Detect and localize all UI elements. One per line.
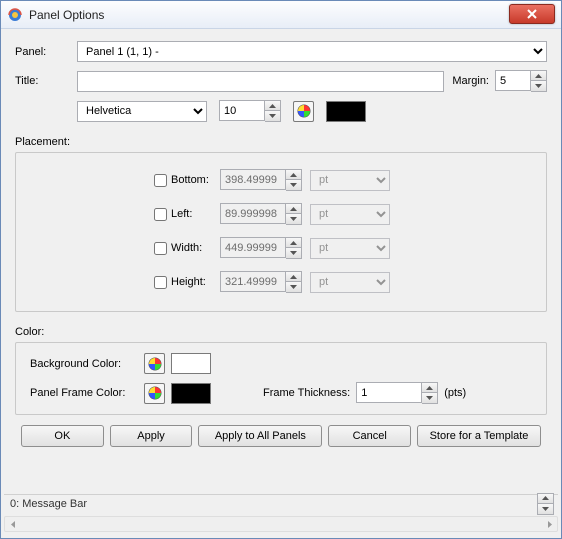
placement-check-label: Height:: [171, 276, 206, 288]
apply-button[interactable]: Apply: [110, 425, 193, 447]
placement-check-label: Left:: [171, 208, 192, 220]
content-area: Panel: Panel 1 (1, 1) - Title: Margin: H…: [15, 41, 547, 524]
margin-spinner[interactable]: [495, 70, 547, 92]
placement-down[interactable]: [286, 248, 301, 258]
placement-value[interactable]: [220, 237, 286, 258]
window-title: Panel Options: [29, 8, 104, 22]
placement-unit-select[interactable]: pt: [310, 272, 390, 293]
framecolor-swatch: [171, 383, 211, 404]
panel-label: Panel:: [15, 46, 77, 58]
msgbar-up[interactable]: [538, 494, 553, 504]
thickness-label: Frame Thickness:: [263, 387, 350, 399]
message-bar-text: 0: Message Bar: [10, 498, 87, 510]
placement-unit-select[interactable]: pt: [310, 238, 390, 259]
placement-row-height: Height: pt: [30, 271, 532, 293]
bgcolor-row: Background Color:: [30, 353, 532, 374]
placement-value[interactable]: [220, 271, 286, 292]
placement-label: Placement:: [15, 136, 547, 148]
placement-checkbox[interactable]: [154, 242, 167, 255]
placement-checkbox[interactable]: [154, 208, 167, 221]
scroll-right-icon[interactable]: [541, 517, 557, 531]
fontsize-down[interactable]: [265, 111, 280, 121]
placement-up[interactable]: [286, 238, 301, 248]
fontsize-spinner[interactable]: [219, 100, 281, 122]
button-row: OK Apply Apply to All Panels Cancel Stor…: [15, 425, 547, 447]
thickness-spinner[interactable]: [356, 382, 438, 404]
apply-all-button[interactable]: Apply to All Panels: [198, 425, 322, 447]
placement-down[interactable]: [286, 180, 301, 190]
title-color-swatch: [326, 101, 366, 122]
title-input[interactable]: [77, 71, 444, 92]
placement-row-left: Left: pt: [30, 203, 532, 225]
framecolor-label: Panel Frame Color:: [30, 387, 138, 399]
placement-checkbox[interactable]: [154, 276, 167, 289]
cancel-button[interactable]: Cancel: [328, 425, 411, 447]
color-fieldset: Background Color: Panel Frame Color: Fra…: [15, 342, 547, 415]
margin-value[interactable]: [495, 70, 531, 91]
framecolor-button[interactable]: [144, 383, 165, 404]
panel-row: Panel: Panel 1 (1, 1) -: [15, 41, 547, 62]
placement-spinner[interactable]: [220, 169, 302, 191]
placement-up[interactable]: [286, 170, 301, 180]
placement-unit-select[interactable]: pt: [310, 170, 390, 191]
placement-spinner[interactable]: [220, 271, 302, 293]
placement-up[interactable]: [286, 204, 301, 214]
placement-check[interactable]: Height:: [150, 273, 220, 292]
store-template-button[interactable]: Store for a Template: [417, 425, 541, 447]
thickness-value[interactable]: [356, 382, 422, 403]
scroll-left-icon[interactable]: [5, 517, 21, 531]
placement-check-label: Width:: [171, 242, 202, 254]
bgcolor-swatch: [171, 353, 211, 374]
thickness-unit: (pts): [444, 387, 466, 399]
app-icon: [7, 7, 23, 23]
placement-check[interactable]: Width:: [150, 239, 220, 258]
bgcolor-button[interactable]: [144, 353, 165, 374]
placement-value[interactable]: [220, 169, 286, 190]
placement-down[interactable]: [286, 282, 301, 292]
margin-down[interactable]: [531, 81, 546, 91]
placement-up[interactable]: [286, 272, 301, 282]
panel-select[interactable]: Panel 1 (1, 1) -: [77, 41, 547, 62]
font-row: Helvetica: [15, 100, 547, 122]
msgbar-down[interactable]: [538, 504, 553, 514]
fontsize-up[interactable]: [265, 101, 280, 111]
title-row: Title: Margin:: [15, 70, 547, 92]
horizontal-scrollbar[interactable]: [4, 516, 558, 532]
color-label: Color:: [15, 326, 547, 338]
placement-row-width: Width: pt: [30, 237, 532, 259]
title-label: Title:: [15, 75, 77, 87]
placement-check-label: Bottom:: [171, 174, 209, 186]
placement-check[interactable]: Bottom:: [150, 171, 220, 190]
placement-spinner[interactable]: [220, 237, 302, 259]
title-color-button[interactable]: [293, 101, 314, 122]
thickness-up[interactable]: [422, 383, 437, 393]
titlebar: Panel Options: [1, 1, 561, 29]
close-button[interactable]: [509, 4, 555, 24]
placement-fieldset: Bottom: pt Left: pt Width: pt Height: pt: [15, 152, 547, 312]
placement-unit-select[interactable]: pt: [310, 204, 390, 225]
margin-up[interactable]: [531, 71, 546, 81]
thickness-down[interactable]: [422, 393, 437, 403]
framecolor-row: Panel Frame Color: Frame Thickness: (pts…: [30, 382, 532, 404]
window: Panel Options Panel: Panel 1 (1, 1) - Ti…: [0, 0, 562, 539]
placement-down[interactable]: [286, 214, 301, 224]
placement-row-bottom: Bottom: pt: [30, 169, 532, 191]
placement-checkbox[interactable]: [154, 174, 167, 187]
ok-button[interactable]: OK: [21, 425, 104, 447]
message-bar: 0: Message Bar: [4, 494, 558, 512]
bgcolor-label: Background Color:: [30, 358, 138, 370]
placement-check[interactable]: Left:: [150, 205, 220, 224]
placement-spinner[interactable]: [220, 203, 302, 225]
font-select[interactable]: Helvetica: [77, 101, 207, 122]
fontsize-value[interactable]: [219, 100, 265, 121]
margin-label: Margin:: [452, 75, 489, 87]
placement-value[interactable]: [220, 203, 286, 224]
